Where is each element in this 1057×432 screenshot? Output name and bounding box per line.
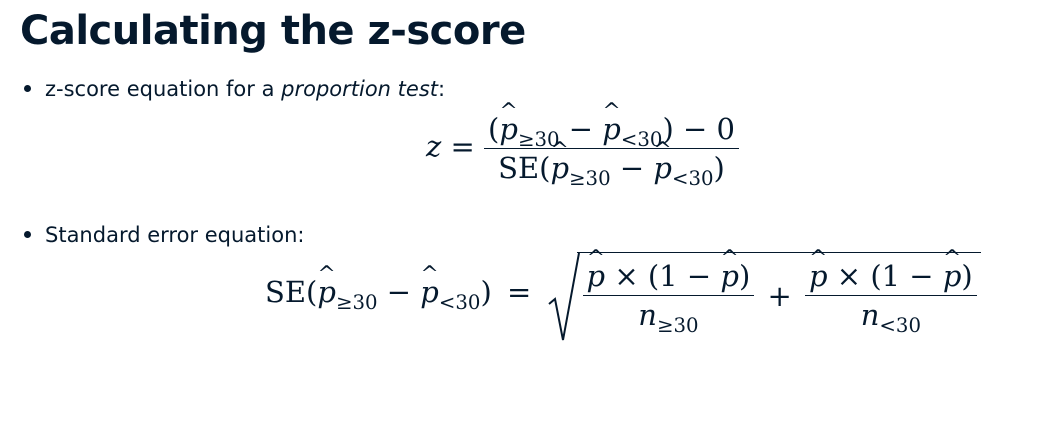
sub-ge30: ≥30 [656,313,699,337]
bullet-text-end: : [438,77,446,101]
paren-close: ) [961,259,973,293]
p-hat: p [720,259,739,293]
slide-title: Calculating the z-score [20,8,526,54]
fraction-bar [582,295,755,296]
fraction-bar [805,295,977,296]
times-one-minus: × (1 − [605,259,721,293]
sub-lt30: <30 [438,290,481,314]
p-hat: p [499,112,518,146]
p-hat: p [317,275,336,309]
sub-ge30: ≥30 [569,166,611,190]
eq1-numerator: (p≥30 − p<30) − 0 [484,112,739,151]
bullet-text: Standard error equation: [45,223,305,247]
p-hat: p [420,275,439,309]
p-hat: p [602,112,621,146]
eq2-fraction-ge30: p × (1 − p) n≥30 [582,259,755,337]
zscore-equation: z = (p≥30 − p<30) − 0 SE(p≥30 − p<30) [426,112,739,190]
paren-open: ( [488,112,500,146]
sub-ge30: ≥30 [335,290,378,314]
p-hat: p [550,151,569,185]
bullet-emphasis: proportion test [281,77,438,101]
eq1-lhs: z [426,129,442,164]
sub-lt30: <30 [671,166,714,190]
n-var: n [638,298,657,332]
bullet-dot-icon [24,84,31,92]
bullet-text: z-score equation for a [45,77,282,101]
sqrt-content: p × (1 − p) n≥30 + p × (1 − p) n<30 [576,252,981,337]
eq1-fraction: (p≥30 − p<30) − 0 SE(p≥30 − p<30) [484,112,739,190]
eq2-equals: = [507,275,532,309]
paren-close-minus-zero: ) − 0 [662,112,735,146]
eq2-lhs: SE(p≥30 − p<30) [265,275,492,314]
eq2-numerator: p × (1 − p) [805,259,977,293]
eq2-fraction-lt30: p × (1 − p) n<30 [805,259,977,337]
p-hat: p [653,151,672,185]
times-one-minus: × (1 − [827,259,943,293]
sqrt-radical-icon [547,252,580,341]
bullet-item-zscore: z-score equation for a proportion test: [24,77,445,101]
eq2-denominator: n≥30 [583,298,755,337]
sub-lt30: <30 [879,313,922,337]
paren-close: ) [713,151,725,185]
minus: − [610,151,654,185]
p-hat: p [587,259,606,293]
p-hat: p [943,259,962,293]
standard-error-equation: SE(p≥30 − p<30) = p × (1 − p) n≥30 + p ×… [265,252,981,341]
n-var: n [860,298,880,332]
plus: + [767,278,792,313]
eq1-equals: = [450,129,475,164]
eq2-numerator: p × (1 − p) [583,259,755,293]
se-prefix: SE( [498,151,551,185]
bullet-dot-icon [24,230,31,238]
se-prefix: SE( [265,275,318,309]
square-root: p × (1 − p) n≥30 + p × (1 − p) n<30 [547,252,981,341]
p-hat: p [809,259,828,293]
eq1-denominator: SE(p≥30 − p<30) [484,151,739,190]
paren-close: ) [738,259,751,293]
eq2-denominator: n<30 [805,298,977,337]
bullet-item-standard-error: Standard error equation: [24,223,304,247]
minus: − [377,275,421,309]
paren-close: ) [480,275,492,309]
